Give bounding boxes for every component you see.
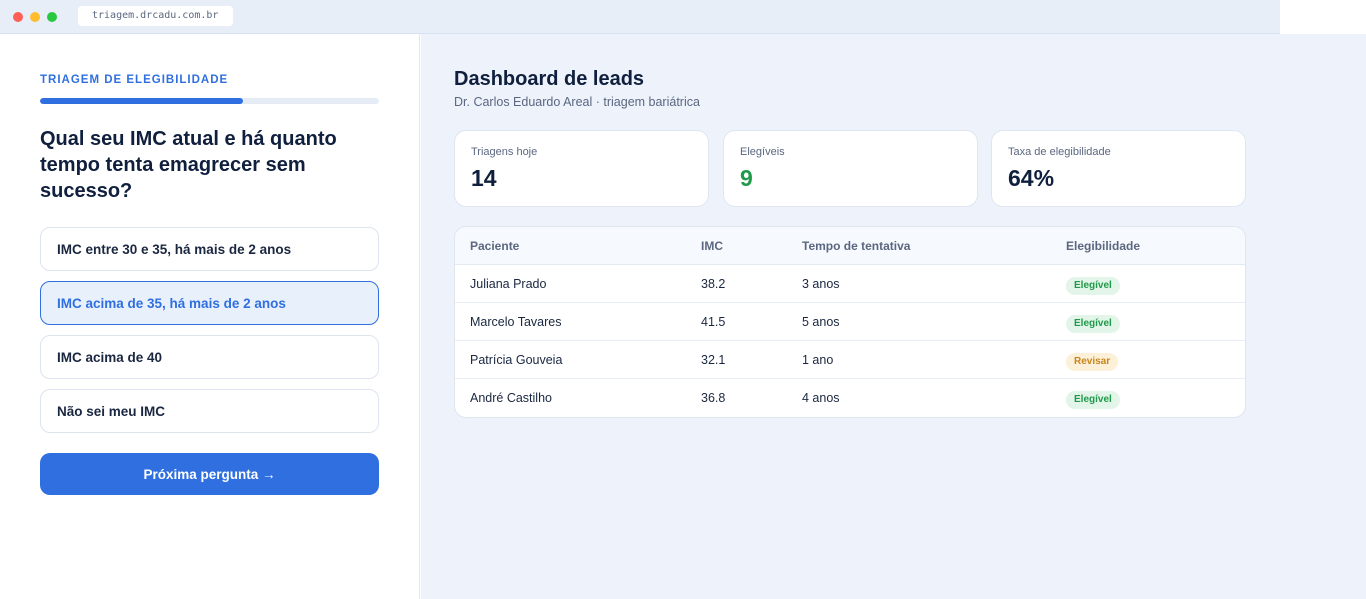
- column-header-time: Tempo de tentativa: [802, 239, 911, 253]
- column-header-patient: Paciente: [470, 239, 520, 253]
- patient-name: Juliana Prado: [470, 277, 547, 291]
- triage-eyebrow: TRIAGEM DE ELEGIBILIDADE: [40, 74, 229, 86]
- stat-label: Elegíveis: [740, 146, 785, 158]
- address-bar[interactable]: triagem.drcadu.com.br: [78, 6, 233, 26]
- next-question-button[interactable]: Próxima pergunta →: [40, 453, 379, 495]
- patient-imc: 41.5: [701, 315, 726, 329]
- option-imc-above-35[interactable]: IMC acima de 35, há mais de 2 anos: [40, 281, 379, 325]
- stat-label: Taxa de elegibilidade: [1008, 146, 1111, 158]
- table-header: Paciente IMC Tempo de tentativa Elegibil…: [455, 227, 1245, 265]
- stat-value: 14: [471, 165, 497, 191]
- table-row[interactable]: Patrícia Gouveia 32.1 1 ano Revisar: [455, 341, 1245, 379]
- status-badge: Revisar: [1066, 353, 1119, 371]
- table-row[interactable]: André Castilho 36.8 4 anos Elegível: [455, 379, 1245, 417]
- minimize-window-dot[interactable]: [30, 12, 40, 22]
- patient-imc: 38.2: [701, 277, 726, 291]
- column-header-imc: IMC: [701, 239, 723, 253]
- triage-panel: TRIAGEM DE ELEGIBILIDADE Qual seu IMC at…: [0, 34, 420, 599]
- leads-dashboard: Dashboard de leads Dr. Carlos Eduardo Ar…: [421, 34, 1366, 599]
- stat-value: 64%: [1008, 165, 1055, 191]
- option-imc-30-35[interactable]: IMC entre 30 e 35, há mais de 2 anos: [40, 227, 379, 271]
- table-row[interactable]: Marcelo Tavares 41.5 5 anos Elegível: [455, 303, 1245, 341]
- patient-name: Marcelo Tavares: [470, 315, 562, 329]
- close-window-dot[interactable]: [13, 12, 23, 22]
- patient-time: 1 ano: [802, 353, 834, 367]
- status-badge: Elegível: [1066, 277, 1120, 295]
- patient-time: 3 anos: [802, 277, 840, 291]
- option-unknown-imc[interactable]: Não sei meu IMC: [40, 389, 379, 433]
- stat-card-eligible: Elegíveis 9: [723, 130, 978, 207]
- progress-bar: [40, 98, 379, 104]
- table-row[interactable]: Juliana Prado 38.2 3 anos Elegível: [455, 265, 1245, 303]
- stat-label: Triagens hoje: [471, 146, 538, 158]
- patient-imc: 32.1: [701, 353, 726, 367]
- column-header-eligibility: Elegibilidade: [1066, 239, 1141, 253]
- stat-value: 9: [740, 165, 753, 191]
- stat-card-triages-today: Triagens hoje 14: [454, 130, 709, 207]
- patient-time: 4 anos: [802, 391, 840, 405]
- progress-fill: [40, 98, 244, 104]
- leads-table: Paciente IMC Tempo de tentativa Elegibil…: [454, 226, 1246, 418]
- dashboard-title: Dashboard de leads: [454, 68, 645, 90]
- answer-options: IMC entre 30 e 35, há mais de 2 anos IMC…: [40, 227, 379, 443]
- option-imc-above-40[interactable]: IMC acima de 40: [40, 335, 379, 379]
- patient-time: 5 anos: [802, 315, 840, 329]
- dashboard-subtitle: Dr. Carlos Eduardo Areal · triagem bariá…: [454, 95, 700, 109]
- patient-name: Patrícia Gouveia: [470, 353, 563, 367]
- browser-chrome: triagem.drcadu.com.br: [0, 0, 1280, 34]
- status-badge: Elegível: [1066, 391, 1120, 409]
- status-badge: Elegível: [1066, 315, 1120, 333]
- stat-card-eligibility-rate: Taxa de elegibilidade 64%: [991, 130, 1246, 207]
- maximize-window-dot[interactable]: [47, 12, 57, 22]
- patient-name: André Castilho: [470, 391, 552, 405]
- patient-imc: 36.8: [701, 391, 726, 405]
- question-title: Qual seu IMC atual e há quanto tempo ten…: [40, 128, 337, 202]
